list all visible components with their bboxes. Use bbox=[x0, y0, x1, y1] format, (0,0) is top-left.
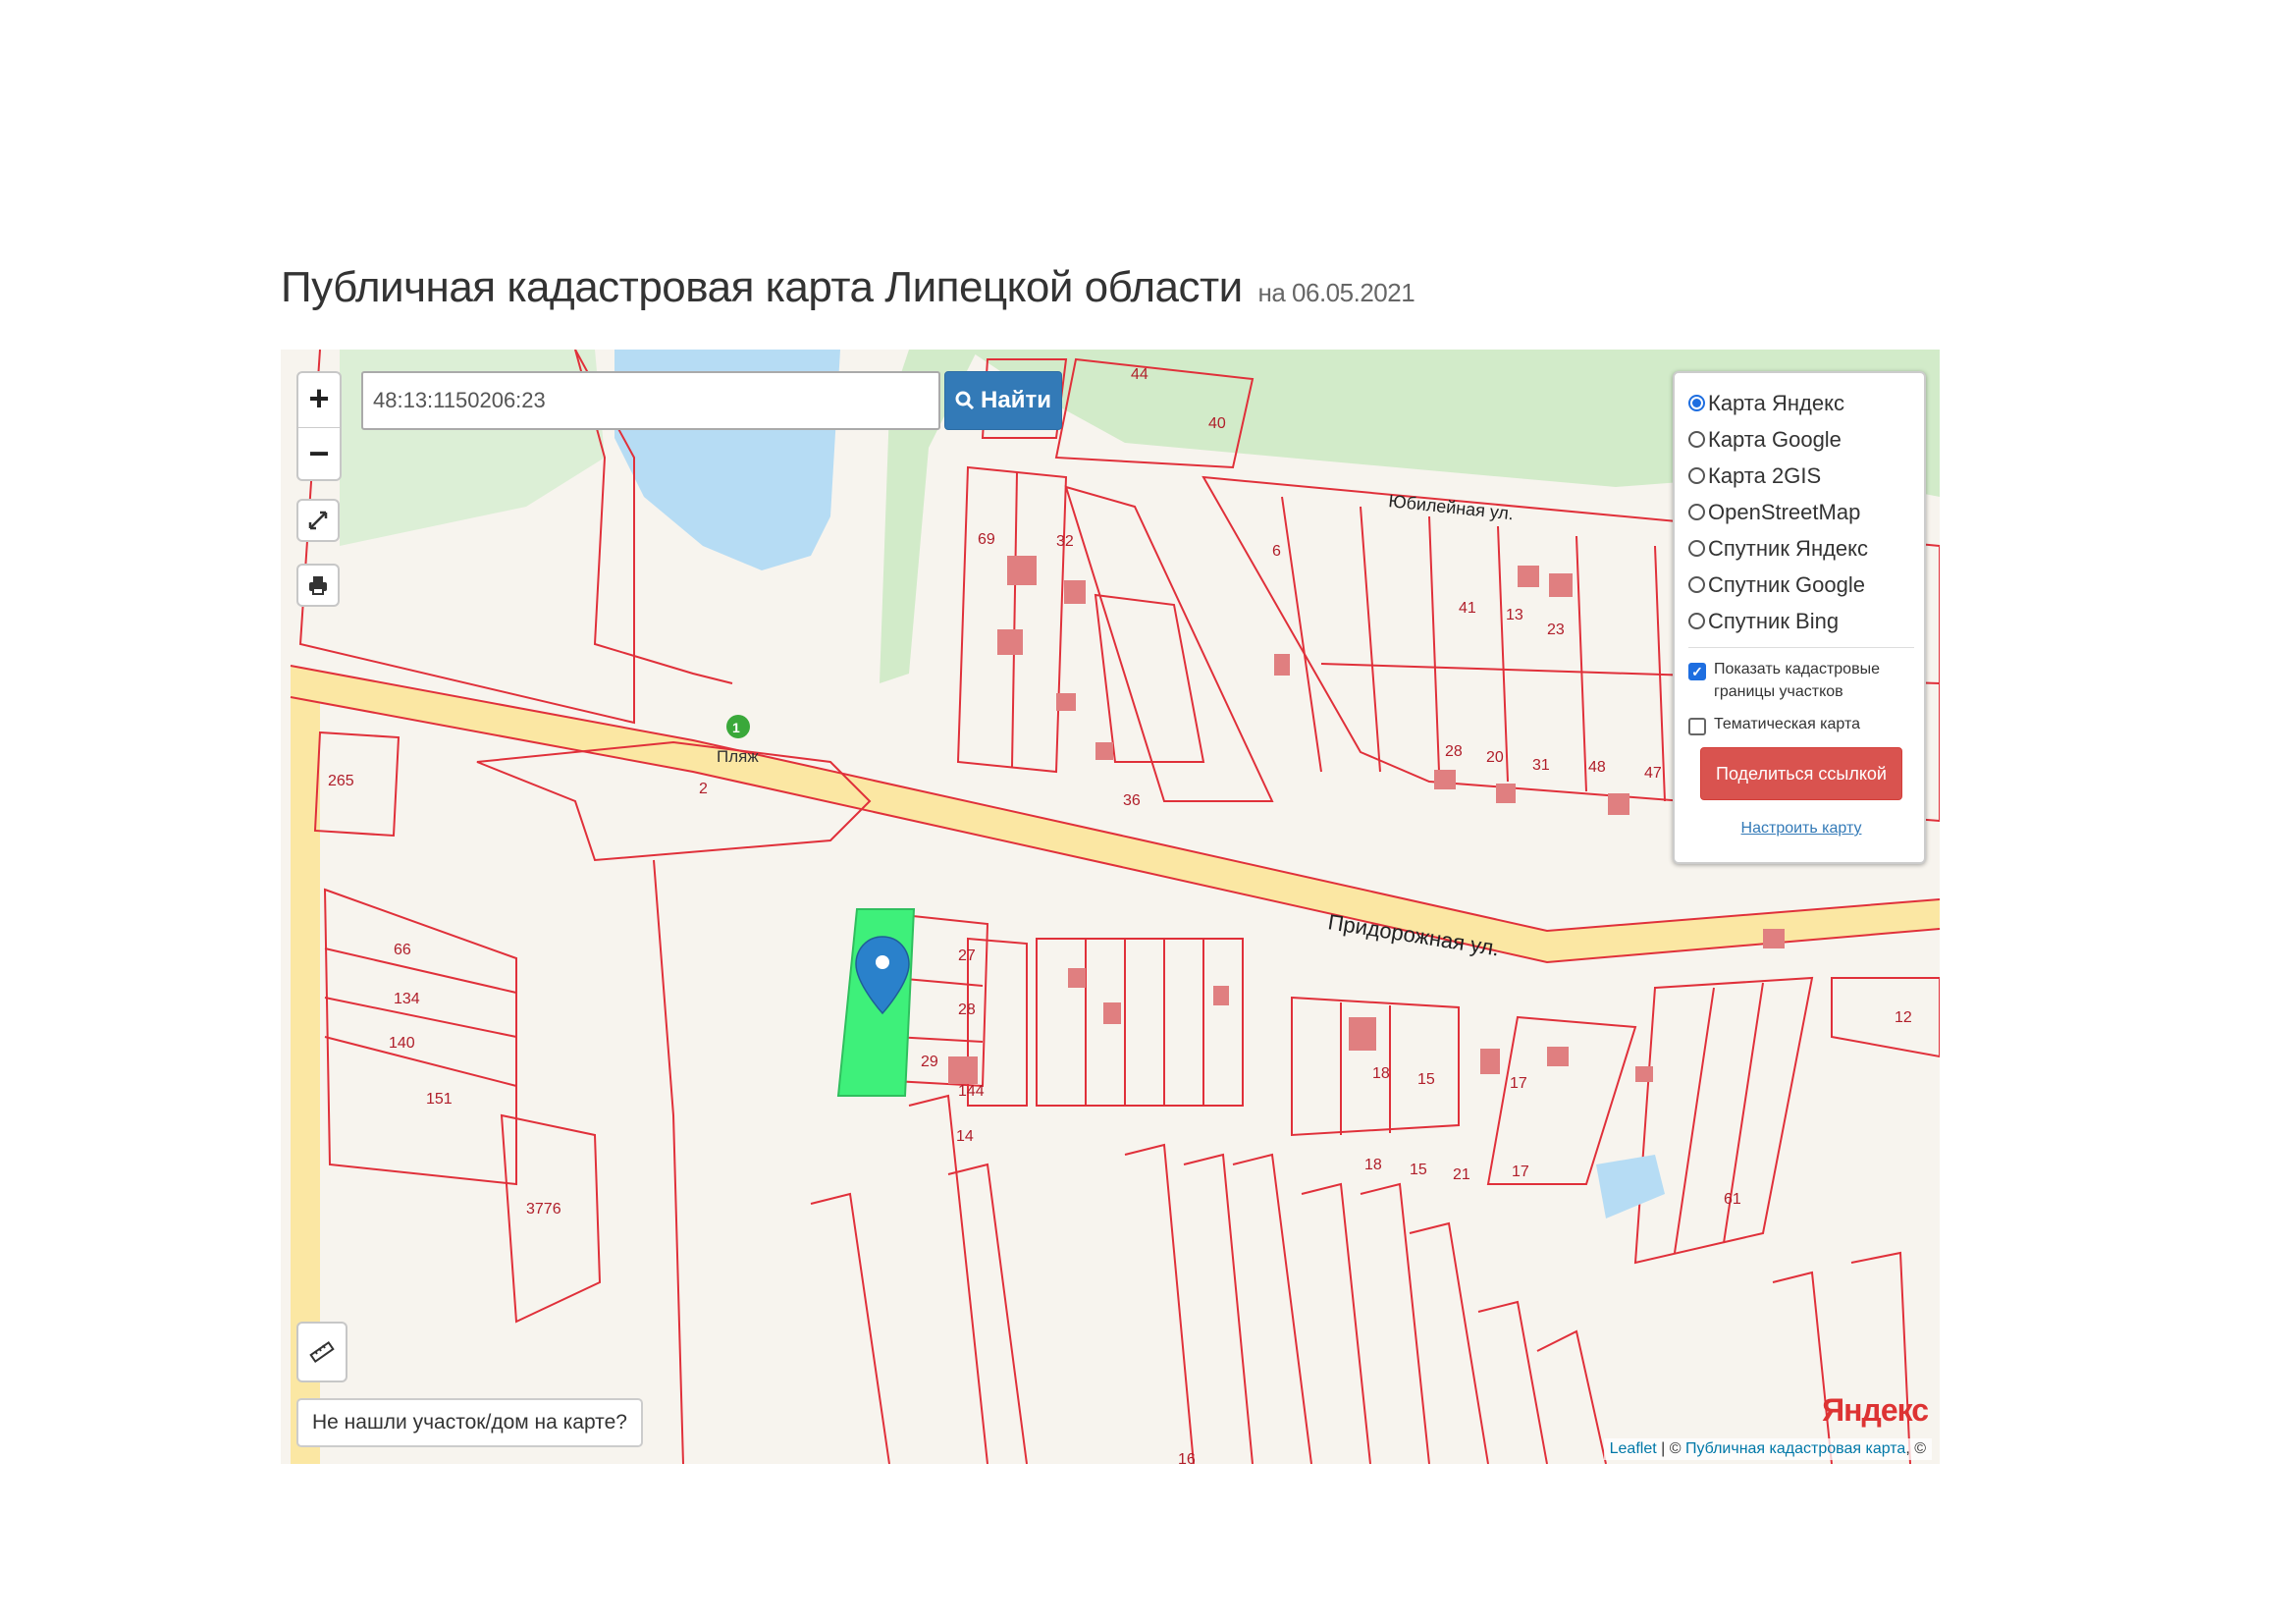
svg-text:23: 23 bbox=[1547, 622, 1565, 638]
svg-text:15: 15 bbox=[1417, 1071, 1435, 1088]
svg-text:18: 18 bbox=[1372, 1065, 1390, 1082]
svg-text:40: 40 bbox=[1208, 415, 1226, 432]
svg-text:69: 69 bbox=[978, 531, 995, 548]
svg-text:14: 14 bbox=[956, 1128, 974, 1145]
show-borders-checkbox[interactable]: ✓ bbox=[1688, 663, 1706, 680]
svg-text:144: 144 bbox=[958, 1083, 985, 1100]
beach-icon[interactable]: 1 bbox=[726, 715, 750, 738]
layer-radio[interactable] bbox=[1688, 467, 1705, 484]
svg-text:31: 31 bbox=[1532, 757, 1550, 774]
svg-text:1: 1 bbox=[732, 720, 740, 735]
svg-text:48: 48 bbox=[1588, 759, 1606, 776]
layer-option-label: OpenStreetMap bbox=[1708, 499, 1861, 524]
cadastral-map-link[interactable]: Публичная кадастровая карта bbox=[1685, 1440, 1905, 1457]
layer-radio[interactable] bbox=[1688, 504, 1705, 520]
share-link-button[interactable]: Поделиться ссылкой bbox=[1700, 747, 1902, 800]
svg-text:61: 61 bbox=[1724, 1191, 1741, 1208]
svg-text:134: 134 bbox=[394, 991, 420, 1007]
leaflet-link[interactable]: Leaflet bbox=[1610, 1440, 1657, 1457]
svg-text:2: 2 bbox=[699, 781, 708, 797]
layer-option-label: Карта Яндекс bbox=[1708, 390, 1844, 415]
svg-text:47: 47 bbox=[1644, 765, 1662, 782]
show-borders-option[interactable]: ✓ Показать кадастровые границы участков bbox=[1688, 658, 1914, 703]
print-icon[interactable] bbox=[296, 564, 340, 607]
attribution-tail: , © bbox=[1905, 1440, 1926, 1457]
svg-text:29: 29 bbox=[921, 1054, 938, 1070]
zoom-out-icon[interactable]: − bbox=[298, 427, 340, 482]
zoom-in-icon[interactable]: + bbox=[298, 373, 340, 427]
svg-text:3776: 3776 bbox=[526, 1201, 561, 1218]
attribution-separator: | © bbox=[1656, 1440, 1685, 1457]
layer-switcher-panel: Карта Яндекс Карта Google Карта 2GIS Ope… bbox=[1673, 371, 1926, 864]
svg-text:18: 18 bbox=[1364, 1157, 1382, 1173]
layer-option-google-satellite[interactable]: Спутник Google bbox=[1688, 567, 1914, 603]
layer-option-google-map[interactable]: Карта Google bbox=[1688, 421, 1914, 458]
map-attribution: Leaflet | © Публичная кадастровая карта,… bbox=[1603, 1438, 1932, 1460]
svg-text:20: 20 bbox=[1486, 749, 1504, 766]
zoom-control: + − bbox=[296, 371, 342, 481]
svg-text:15: 15 bbox=[1410, 1162, 1427, 1178]
layer-option-label: Карта Google bbox=[1708, 426, 1842, 452]
fullscreen-icon[interactable] bbox=[296, 499, 340, 542]
search-icon bbox=[955, 391, 975, 410]
svg-text:140: 140 bbox=[389, 1035, 415, 1052]
svg-text:36: 36 bbox=[1123, 792, 1141, 809]
svg-text:21: 21 bbox=[1453, 1166, 1470, 1183]
layer-radio[interactable] bbox=[1688, 431, 1705, 448]
svg-text:17: 17 bbox=[1512, 1164, 1529, 1180]
layer-option-osm[interactable]: OpenStreetMap bbox=[1688, 494, 1914, 530]
svg-text:41: 41 bbox=[1459, 600, 1476, 617]
search-input[interactable] bbox=[361, 371, 940, 430]
layer-option-bing-satellite[interactable]: Спутник Bing bbox=[1688, 603, 1914, 639]
layer-radio[interactable] bbox=[1688, 613, 1705, 629]
layer-option-yandex-satellite[interactable]: Спутник Яндекс bbox=[1688, 530, 1914, 567]
svg-text:265: 265 bbox=[328, 773, 354, 789]
svg-text:151: 151 bbox=[426, 1091, 453, 1108]
layer-option-label: Карта 2GIS bbox=[1708, 462, 1822, 488]
layer-radio[interactable] bbox=[1688, 395, 1705, 411]
beach-label: Пляж bbox=[717, 747, 759, 766]
page-title-date: на 06.05.2021 bbox=[1257, 278, 1415, 307]
yandex-logo-text: Яндекс bbox=[1822, 1392, 1929, 1428]
cadastral-map[interactable]: 265 66 134 140 151 3776 27 28 29 144 14 12 69 32 4… bbox=[281, 350, 1940, 1464]
svg-text:6: 6 bbox=[1272, 543, 1281, 560]
layer-option-label: Спутник Google bbox=[1708, 571, 1865, 597]
not-found-button[interactable]: Не нашли участок/дом на карте? bbox=[296, 1398, 643, 1447]
svg-text:28: 28 bbox=[1445, 743, 1463, 760]
layer-option-yandex-map[interactable]: Карта Яндекс bbox=[1688, 385, 1914, 421]
svg-text:13: 13 bbox=[1506, 607, 1523, 623]
show-borders-label: Показать кадастровые границы участков bbox=[1714, 661, 1880, 700]
svg-text:28: 28 bbox=[958, 1001, 976, 1018]
thematic-map-label: Тематическая карта bbox=[1714, 716, 1861, 732]
svg-text:27: 27 bbox=[958, 947, 976, 964]
svg-text:16: 16 bbox=[1178, 1451, 1196, 1464]
svg-text:32: 32 bbox=[1056, 533, 1074, 550]
svg-text:66: 66 bbox=[394, 942, 411, 958]
layer-radio[interactable] bbox=[1688, 576, 1705, 593]
layer-option-label: Спутник Bing bbox=[1708, 608, 1840, 633]
ruler-icon[interactable] bbox=[296, 1322, 347, 1382]
thematic-map-checkbox[interactable] bbox=[1688, 718, 1706, 735]
configure-map-link[interactable]: Настроить карту bbox=[1688, 820, 1914, 838]
search-button[interactable]: Найти bbox=[944, 371, 1062, 430]
search-button-label: Найти bbox=[981, 387, 1051, 413]
page-title-text: Публичная кадастровая карта Липецкой обл… bbox=[281, 263, 1243, 311]
divider bbox=[1688, 647, 1914, 648]
thematic-map-option[interactable]: Тематическая карта bbox=[1688, 713, 1914, 735]
svg-text:17: 17 bbox=[1510, 1075, 1527, 1092]
svg-text:44: 44 bbox=[1131, 366, 1148, 383]
page-title: Публичная кадастровая карта Липецкой обл… bbox=[281, 263, 1415, 312]
layer-option-label: Спутник Яндекс bbox=[1708, 535, 1869, 561]
street-label-yubileynaya: Юбилейная ул. bbox=[1388, 491, 1515, 523]
yandex-logo: Яндекс bbox=[1822, 1392, 1929, 1429]
layer-option-2gis-map[interactable]: Карта 2GIS bbox=[1688, 458, 1914, 494]
layer-radio[interactable] bbox=[1688, 540, 1705, 557]
svg-text:12: 12 bbox=[1895, 1009, 1912, 1026]
